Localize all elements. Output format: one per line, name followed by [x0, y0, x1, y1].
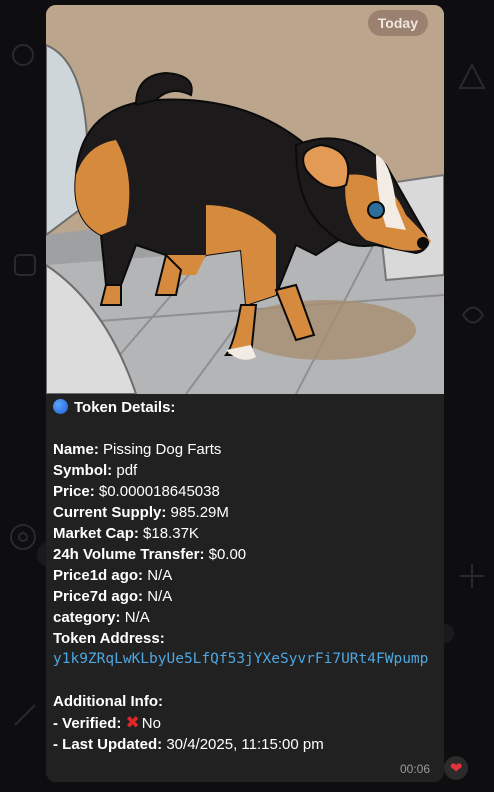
price-row: Price: $0.000018645038 — [53, 483, 220, 500]
date-pill: Today — [367, 10, 428, 36]
message-meta: 00:06 — [400, 762, 430, 776]
verified-row: - Verified: ✖ No — [53, 713, 161, 732]
dog-image[interactable]: Today — [46, 5, 444, 394]
token-address-label: Token Address: — [53, 630, 165, 647]
doodle-icon — [12, 44, 34, 66]
blue-circle-icon — [53, 399, 68, 414]
doodle-icon — [460, 564, 484, 588]
doodle-icon — [458, 62, 486, 89]
token-details-header: Token Details: — [53, 397, 437, 418]
dog-illustration — [46, 5, 444, 394]
doodle-icon — [14, 254, 36, 276]
heart-icon: ❤ — [449, 760, 463, 777]
additional-info-label: Additional Info: — [53, 693, 163, 710]
volume-row: 24h Volume Transfer: $0.00 — [53, 546, 247, 563]
red-x-icon: ✖ — [125, 713, 140, 732]
category-row: category: N/A — [53, 609, 150, 626]
message-time: 00:06 — [399, 762, 430, 776]
doodle-icon — [462, 306, 485, 324]
name-row: Name: Pissing Dog Farts — [53, 441, 222, 458]
symbol-row: Symbol: pdf — [53, 462, 138, 479]
message-caption: Token Details: Name: Pissing Dog Farts S… — [53, 397, 437, 755]
token-address-value[interactable]: y1k9ZRqLwKLbyUe5LfQf53jYXeSyvrFi7URt4FWp… — [53, 649, 437, 670]
doodle-icon — [10, 524, 36, 550]
heart-reaction[interactable]: ❤ — [444, 756, 468, 780]
market-cap-row: Market Cap: $18.37K — [53, 525, 199, 542]
price1d-row: Price1d ago: N/A — [53, 567, 173, 584]
supply-row: Current Supply: 985.29M — [53, 504, 229, 521]
message-bubble[interactable]: Today Token Details: Name: Pissing Dog F… — [46, 5, 444, 782]
price7d-row: Price7d ago: N/A — [53, 588, 173, 605]
doodle-icon — [14, 704, 36, 726]
last-updated-row: - Last Updated: 30/4/2025, 11:15:00 pm — [53, 736, 324, 753]
